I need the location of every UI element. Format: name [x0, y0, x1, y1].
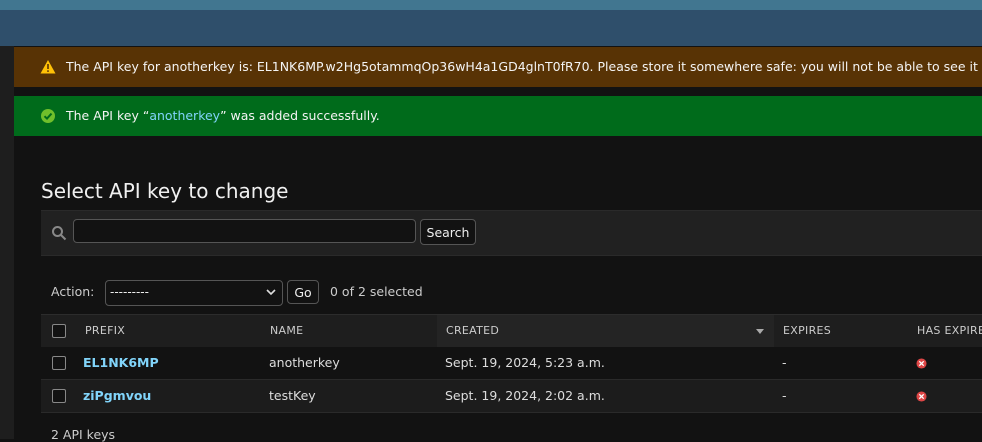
column-expires[interactable]: EXPIRES	[783, 324, 831, 337]
warning-text: The API key for anotherkey is: EL1NK6MP.…	[66, 59, 982, 74]
row-prefix-link[interactable]: EL1NK6MP	[83, 355, 159, 370]
row-created: Sept. 19, 2024, 2:02 a.m.	[445, 388, 605, 403]
chevron-down-icon	[266, 289, 276, 296]
table-header: PREFIX NAME CREATED EXPIRES HAS EXPIRED	[41, 314, 982, 348]
select-all-checkbox[interactable]	[52, 324, 66, 338]
row-checkbox[interactable]	[52, 356, 66, 370]
column-has-expired[interactable]: HAS EXPIRED	[917, 324, 982, 337]
row-name: anotherkey	[269, 355, 340, 370]
page-title: Select API key to change	[41, 179, 289, 204]
header-bar	[0, 0, 982, 46]
column-name[interactable]: NAME	[270, 324, 303, 337]
success-suffix: ” was added successfully.	[220, 108, 380, 123]
table-row: EL1NK6MP anotherkey Sept. 19, 2024, 5:23…	[41, 347, 982, 380]
header-stripe	[0, 0, 982, 10]
search-toolbar: Search	[41, 210, 982, 256]
search-button[interactable]: Search	[420, 219, 476, 245]
action-select-value: ---------	[110, 285, 149, 299]
success-text: The API key “anotherkey” was added succe…	[66, 108, 380, 123]
action-select[interactable]: ---------	[105, 280, 283, 306]
column-created[interactable]: CREATED	[446, 324, 499, 337]
selected-count: 0 of 2 selected	[330, 284, 423, 299]
row-name: testKey	[269, 388, 316, 403]
go-button[interactable]: Go	[287, 280, 319, 304]
false-icon	[916, 391, 927, 402]
row-expires: -	[782, 355, 787, 370]
row-expires: -	[782, 388, 787, 403]
false-icon	[916, 358, 927, 369]
result-count: 2 API keys	[51, 427, 116, 442]
column-prefix[interactable]: PREFIX	[85, 324, 125, 337]
search-input[interactable]	[73, 219, 416, 243]
success-key-link[interactable]: anotherkey	[149, 108, 220, 123]
search-icon	[52, 226, 67, 241]
table-row: ziPgmvou testKey Sept. 19, 2024, 2:02 a.…	[41, 380, 982, 413]
row-prefix-link[interactable]: ziPgmvou	[83, 388, 151, 403]
check-circle-icon	[41, 109, 55, 123]
success-message: The API key “anotherkey” was added succe…	[14, 96, 982, 136]
action-label: Action:	[51, 284, 95, 299]
success-prefix: The API key “	[66, 108, 150, 123]
warning-icon	[40, 60, 56, 74]
row-checkbox[interactable]	[52, 389, 66, 403]
warning-message: The API key for anotherkey is: EL1NK6MP.…	[14, 47, 982, 87]
row-created: Sept. 19, 2024, 5:23 a.m.	[445, 355, 605, 370]
sidebar-edge	[0, 46, 14, 439]
sort-descending-icon[interactable]	[756, 329, 764, 334]
